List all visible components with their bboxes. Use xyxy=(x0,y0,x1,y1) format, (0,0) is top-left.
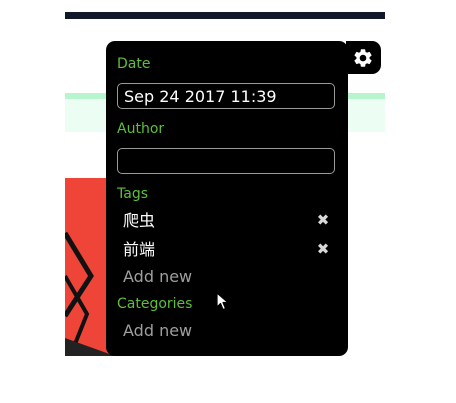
date-label: Date xyxy=(117,56,151,72)
mouse-cursor-icon xyxy=(216,292,230,312)
add-category-input[interactable]: Add new xyxy=(123,321,192,341)
tag-item: 前端 ✖ xyxy=(117,238,335,262)
close-icon[interactable]: ✖ xyxy=(315,241,331,257)
categories-label: Categories xyxy=(117,296,193,312)
author-field[interactable] xyxy=(117,148,335,174)
tag-label: 前端 xyxy=(123,240,156,259)
date-field[interactable] xyxy=(117,83,335,109)
gear-icon[interactable] xyxy=(352,47,374,69)
tag-item: 爬虫 ✖ xyxy=(117,209,335,233)
tag-label: 爬虫 xyxy=(123,211,156,230)
page-header-bar xyxy=(65,12,385,19)
close-icon[interactable]: ✖ xyxy=(315,212,331,228)
screen: Date Author Tags 爬虫 ✖ 前端 ✖ Add new Categ… xyxy=(0,0,456,403)
tags-label: Tags xyxy=(117,186,148,202)
add-tag-input[interactable]: Add new xyxy=(123,267,192,287)
author-label: Author xyxy=(117,121,165,137)
